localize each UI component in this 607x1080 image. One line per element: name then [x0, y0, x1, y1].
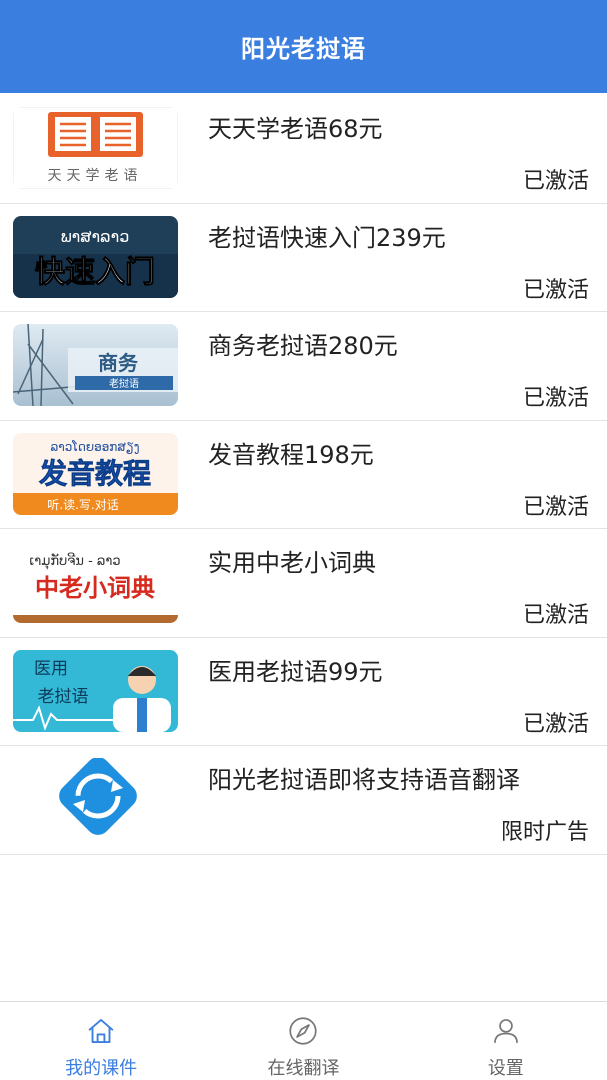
course-status: 已激活	[522, 277, 589, 303]
course-thumbnail	[13, 758, 178, 840]
refresh-icon	[13, 758, 178, 840]
course-item[interactable]: 阳光老挝语即将支持语音翻译 限时广告	[0, 746, 607, 855]
app-header: 阳光老挝语	[0, 0, 607, 93]
page-title: 阳光老挝语	[241, 35, 366, 63]
tab-label: 在线翻译	[267, 1058, 340, 1079]
course-name: 天天学老语68元	[208, 115, 383, 143]
doctor-icon: 医用 老挝语	[13, 649, 178, 732]
course-status: 已激活	[522, 494, 589, 520]
course-thumbnail: ເາມຸກັບຈີນ - ລາວ 中老小词典	[13, 541, 178, 623]
course-thumbnail: ລາວໂດຍອອກສຽງ 发音教程 听.读.写.对话	[13, 432, 178, 515]
svg-text:老挝语: 老挝语	[38, 687, 89, 707]
course-thumbnail: 商务 老挝语	[13, 324, 178, 406]
course-item[interactable]: 医用 老挝语 医用老挝语99元 已激活	[0, 637, 607, 746]
tab-online-translate[interactable]: 在线翻译	[202, 1002, 404, 1080]
svg-text:快速入门: 快速入门	[35, 255, 155, 290]
course-item[interactable]: ພາສາລາວ 快速入门 老挝语快速入门239元 已激活	[0, 203, 607, 312]
compass-icon	[289, 1017, 318, 1045]
tab-my-courses[interactable]: 我的课件	[0, 1002, 202, 1080]
course-thumbnail: 医用 老挝语	[13, 649, 178, 732]
svg-text:听.读.写.对话: 听.读.写.对话	[47, 498, 118, 512]
tab-settings[interactable]: 设置	[405, 1002, 607, 1080]
course-name: 阳光老挝语即将支持语音翻译	[208, 766, 520, 794]
bottom-tab-bar: 我的课件 在线翻译 设置	[0, 1001, 607, 1080]
course-status: 限时广告	[500, 820, 589, 845]
course-item[interactable]: 天天学老语 天天学老语68元 已激活	[0, 95, 607, 204]
svg-text:医用: 医用	[34, 659, 68, 679]
course-status: 已激活	[522, 603, 589, 628]
tab-label: 设置	[487, 1058, 524, 1079]
tab-label: 我的课件	[65, 1058, 138, 1079]
svg-text:中老小词典: 中老小词典	[35, 574, 155, 602]
svg-text:ລາວໂດຍອອກສຽງ: ລາວໂດຍອອກສຽງ	[50, 440, 139, 454]
home-icon	[88, 1019, 114, 1043]
course-item[interactable]: ລາວໂດຍອອກສຽງ 发音教程 听.读.写.对话 发音教程198元 已激活	[0, 420, 607, 529]
course-thumbnail: ພາສາລາວ 快速入门	[13, 215, 178, 298]
course-status: 已激活	[522, 711, 589, 737]
svg-text:ເາມຸກັບຈີນ - ລາວ: ເາມຸກັບຈີນ - ລາວ	[29, 553, 120, 570]
svg-text:ພາສາລາວ: ພາສາລາວ	[61, 227, 130, 246]
svg-text:商务: 商务	[98, 351, 139, 375]
course-name: 商务老挝语280元	[208, 332, 398, 360]
user-icon	[493, 1019, 518, 1043]
svg-text:天天学老语: 天天学老语	[48, 168, 143, 184]
course-list: 天天学老语 天天学老语68元 已激活 ພາສາລາວ 快速入门 老挝语快速入门2…	[0, 95, 607, 855]
course-name: 发音教程198元	[208, 440, 374, 469]
course-name: 实用中老小词典	[208, 549, 376, 577]
course-name: 医用老挝语99元	[208, 657, 383, 686]
course-item[interactable]: ເາມຸກັບຈີນ - ລາວ 中老小词典 实用中老小词典 已激活	[0, 529, 607, 638]
course-name: 老挝语快速入门239元	[208, 223, 446, 252]
course-item[interactable]: 商务 老挝语 商务老挝语280元 已激活	[0, 312, 607, 421]
course-status: 已激活	[522, 386, 589, 411]
svg-text:老挝语: 老挝语	[109, 377, 139, 390]
svg-text:发音教程: 发音教程	[38, 457, 151, 490]
book-icon: 天天学老语	[13, 107, 178, 189]
course-thumbnail: 天天学老语	[13, 107, 178, 189]
course-status: 已激活	[522, 169, 589, 194]
